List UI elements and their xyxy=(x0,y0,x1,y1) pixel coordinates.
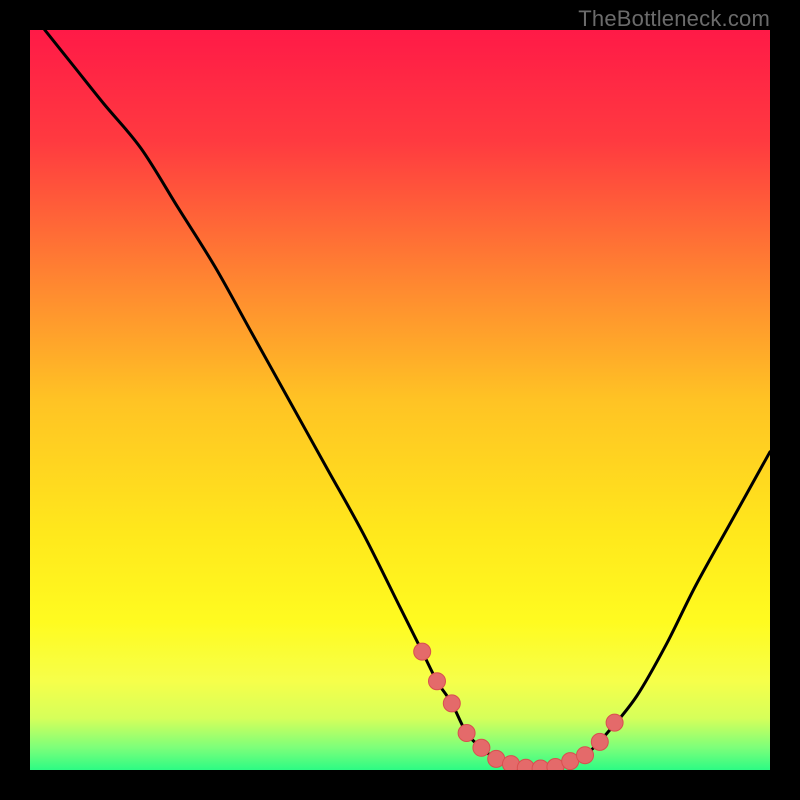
curve-marker xyxy=(591,733,608,750)
curve-marker xyxy=(458,725,475,742)
curve-marker xyxy=(443,695,460,712)
curve-layer xyxy=(30,30,770,770)
curve-marker xyxy=(577,747,594,764)
watermark-text: TheBottleneck.com xyxy=(578,6,770,32)
curve-marker xyxy=(414,643,431,660)
curve-markers xyxy=(414,643,623,770)
curve-marker xyxy=(606,714,623,731)
curve-marker xyxy=(473,739,490,756)
curve-marker xyxy=(429,673,446,690)
outer-frame: TheBottleneck.com xyxy=(0,0,800,800)
bottleneck-curve xyxy=(45,30,770,769)
plot-area xyxy=(30,30,770,770)
